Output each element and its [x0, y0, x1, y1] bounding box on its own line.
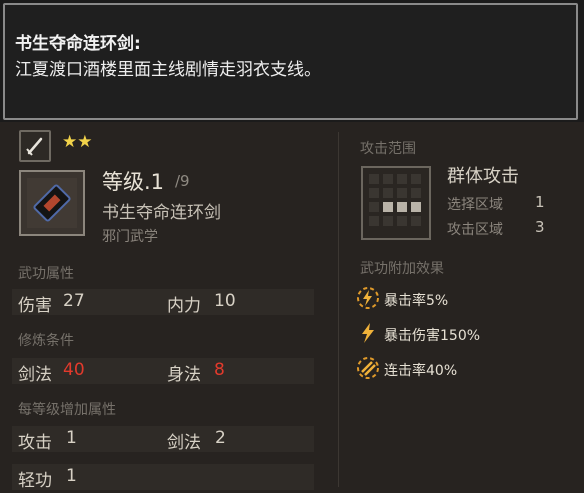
tooltip-backdrop: 书生夺命连环剑: 江夏渡口酒楼里面主线剧情走羽衣支线。 [0, 0, 584, 122]
sword-icon [19, 130, 51, 162]
rarity-stars: ★★ [62, 132, 93, 152]
attack-area-value: 3 [535, 218, 545, 236]
body-req-value: 8 [214, 360, 225, 380]
attributes-row [12, 289, 314, 315]
skill-detail-panel: ★★ 等级.1 /9 书生夺命连环剑 邪门武学 武功属性 伤害 27 内力 10… [0, 122, 584, 493]
effect-combo-rate: 连击率40% [384, 363, 458, 379]
effect-crit-rate: 暴击率5% [384, 293, 449, 309]
sword-growth-label: 剑法 [167, 433, 201, 453]
section-attributes: 武功属性 [18, 266, 74, 282]
body-req-label: 身法 [167, 365, 201, 385]
growth-row-2 [12, 464, 314, 490]
requirements-row [12, 358, 314, 384]
skill-level: 等级.1 [102, 170, 165, 194]
column-divider [338, 132, 339, 487]
qinggong-growth-value: 1 [66, 466, 77, 486]
select-area-label: 选择区域 [447, 197, 503, 213]
sword-req-label: 剑法 [18, 365, 52, 385]
attack-growth-value: 1 [66, 428, 77, 448]
skill-level-max: /9 [175, 172, 190, 190]
sword-req-value: 40 [63, 360, 85, 380]
attack-range-grid [361, 166, 431, 240]
internal-power-value: 10 [214, 291, 236, 311]
tooltip-title: 书生夺命连环剑: [15, 34, 141, 54]
crit-damage-icon [356, 321, 380, 345]
attack-growth-label: 攻击 [18, 433, 52, 453]
internal-power-label: 内力 [167, 296, 201, 316]
effects-header: 武功附加效果 [360, 261, 444, 277]
growth-row-1 [12, 426, 314, 452]
attack-area-label: 攻击区域 [447, 222, 503, 238]
section-requirements: 修炼条件 [18, 333, 74, 349]
range-type: 群体攻击 [447, 166, 519, 187]
sword-growth-value: 2 [215, 428, 226, 448]
skill-name: 书生夺命连环剑 [102, 203, 221, 223]
damage-label: 伤害 [18, 296, 52, 316]
section-growth: 每等级增加属性 [18, 402, 116, 418]
tooltip-description: 江夏渡口酒楼里面主线剧情走羽衣支线。 [15, 60, 321, 80]
range-header: 攻击范围 [360, 141, 416, 157]
tooltip-box: 书生夺命连环剑: 江夏渡口酒楼里面主线剧情走羽衣支线。 [3, 3, 578, 120]
skill-type: 邪门武学 [102, 229, 158, 245]
combo-rate-icon [356, 356, 380, 380]
damage-value: 27 [63, 291, 85, 311]
skill-book-icon[interactable] [19, 170, 85, 236]
crit-rate-icon [356, 286, 380, 310]
qinggong-growth-label: 轻功 [18, 471, 52, 491]
effect-crit-damage: 暴击伤害150% [384, 328, 481, 344]
select-area-value: 1 [535, 193, 545, 211]
